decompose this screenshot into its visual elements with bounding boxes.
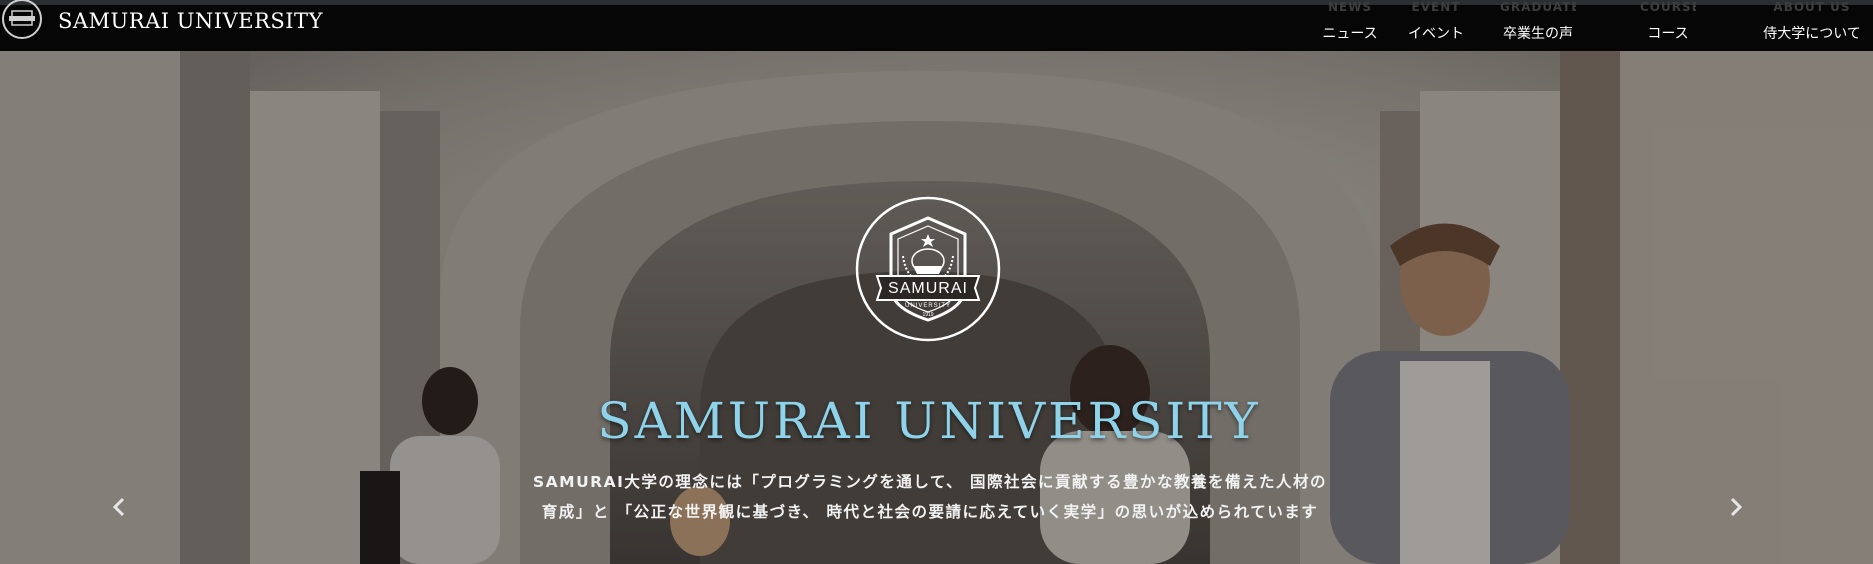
university-crest-logo: SAMURAI UNIVERSITY 1919	[855, 196, 1001, 342]
hero-description-line: 育成」と 「公正な世界観に基づき、 時代と社会の要請に応えていく実学」の思いが込…	[541, 503, 1319, 521]
brand-home-link[interactable]: SAMURAI UNIVERSITY	[0, 0, 323, 39]
chevron-right-icon	[1730, 497, 1743, 517]
nav-item-en-label: COURSE	[1640, 1, 1696, 13]
nav-item-en-label: NEWS	[1327, 1, 1373, 13]
nav-item-course[interactable]: COURSE コース	[1640, 1, 1696, 43]
samurai-crest-icon	[2, 0, 42, 39]
crest-year: 1919	[922, 312, 933, 318]
nav-item-label: コース	[1647, 26, 1689, 42]
nav-item-en-label: ABOUT US	[1773, 1, 1851, 13]
hero-carousel: SAMURAI UNIVERSITY 1919 SAMURAI UNIVERSI…	[0, 51, 1873, 564]
crest-subtext: UNIVERSITY	[905, 303, 951, 309]
chevron-left-icon	[112, 497, 125, 517]
carousel-next-button[interactable]	[1721, 492, 1751, 522]
nav-item-label: ニュース	[1322, 26, 1378, 42]
nav-item-label: イベント	[1408, 26, 1464, 42]
carousel-prev-button[interactable]	[104, 492, 134, 522]
top-navbar: SAMURAI UNIVERSITY NEWS ニュース EVENT イベント …	[0, 0, 1873, 51]
nav-item-label: 侍大学について	[1763, 26, 1861, 42]
hero-description-line: SAMURAI大学の理念には「プログラミングを通して、 国際社会に貢献する豊かな…	[532, 473, 1328, 491]
nav-item-en-label: GRADUATES	[1500, 1, 1576, 13]
nav-item-label: 卒業生の声	[1503, 26, 1573, 42]
nav-item-event[interactable]: EVENT イベント	[1406, 1, 1466, 43]
crest-text: SAMURAI	[888, 280, 968, 297]
nav-item-en-label: EVENT	[1411, 1, 1461, 13]
hero-description: SAMURAI大学の理念には「プログラミングを通して、 国際社会に貢献する豊かな…	[490, 467, 1370, 527]
nav-item-news[interactable]: NEWS ニュース	[1320, 1, 1380, 43]
hero-title: SAMURAI UNIVERSITY	[597, 392, 1261, 450]
brand-name: SAMURAI UNIVERSITY	[58, 9, 323, 33]
nav-item-about[interactable]: ABOUT US 侍大学について	[1760, 1, 1864, 43]
nav-item-graduates[interactable]: GRADUATES 卒業生の声	[1500, 1, 1576, 43]
